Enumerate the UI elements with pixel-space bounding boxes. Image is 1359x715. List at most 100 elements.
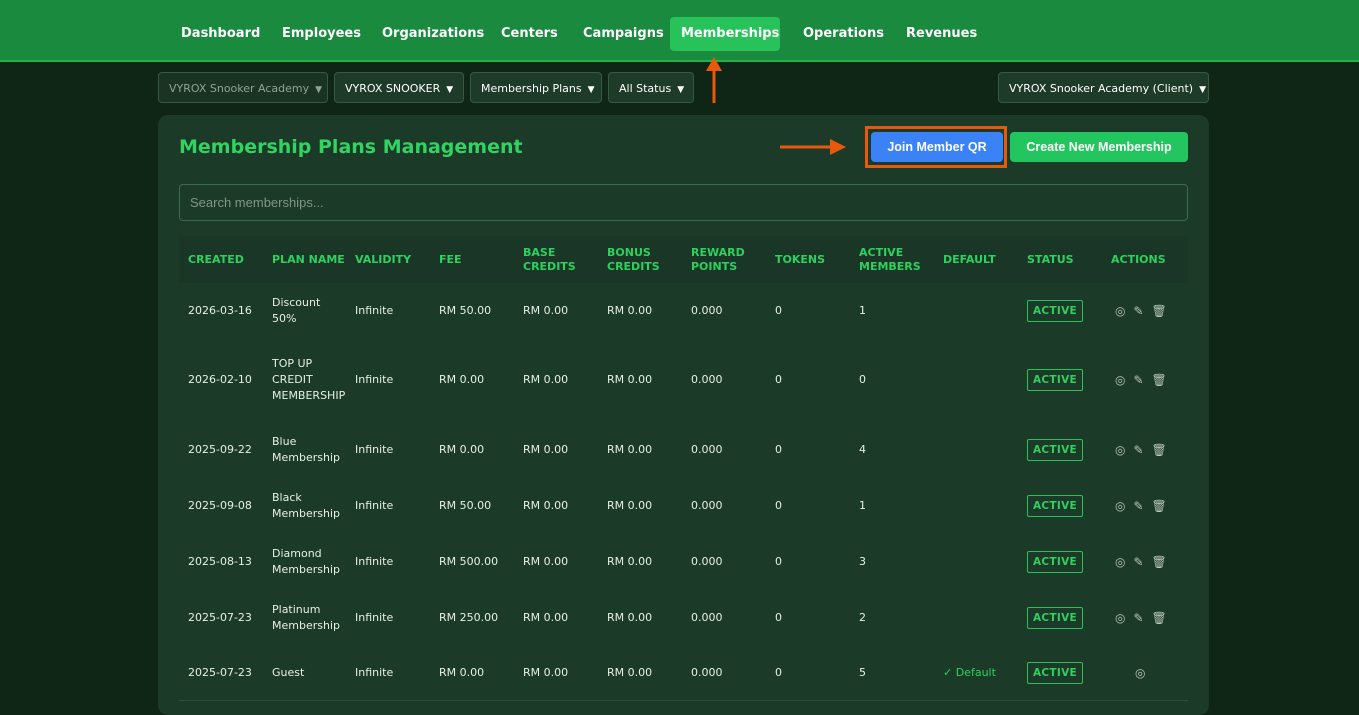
eye-icon[interactable]: ◎ <box>1115 610 1125 626</box>
col-tokens[interactable]: TOKENS <box>775 236 825 283</box>
cell-default <box>943 590 1023 646</box>
cell-reward: 0.000 <box>691 555 723 568</box>
col-default[interactable]: DEFAULT <box>943 236 996 283</box>
client-select-label: VYROX Snooker Academy (Client) <box>1009 82 1194 95</box>
cell-validity: Infinite <box>355 666 394 679</box>
cell-status: ACTIVE <box>1027 283 1083 338</box>
col-plan-name[interactable]: PLAN NAME <box>272 236 345 283</box>
pencil-icon[interactable]: ✎ <box>1133 554 1143 570</box>
cell-default <box>943 478 1023 534</box>
trash-icon[interactable]: 🗑 <box>1152 372 1167 388</box>
center-select-label: VYROX SNOOKER <box>345 82 441 95</box>
cell-actions: ◎ ✎ 🗑 <box>1115 478 1175 534</box>
status-badge: ACTIVE <box>1027 299 1083 322</box>
cell-tokens: 0 <box>775 499 782 512</box>
cell-reward: 0.000 <box>691 303 723 317</box>
cell-default <box>943 338 1023 422</box>
col-base-credits[interactable]: BASE CREDITS <box>523 236 583 283</box>
col-validity[interactable]: VALIDITY <box>355 236 411 283</box>
eye-icon[interactable]: ◎ <box>1135 665 1145 681</box>
col-bonus-credits[interactable]: BONUS CREDITS <box>607 236 667 283</box>
trash-icon[interactable]: 🗑 <box>1152 442 1167 458</box>
academy-select[interactable]: VYROX Snooker Academy ▼ <box>158 72 328 103</box>
nav-campaigns[interactable]: Campaigns <box>572 17 675 51</box>
col-status[interactable]: STATUS <box>1027 236 1074 283</box>
col-active-members[interactable]: ACTIVE MEMBERS <box>859 236 921 283</box>
center-select[interactable]: VYROX SNOOKER ▼ <box>334 72 464 103</box>
eye-icon[interactable]: ◎ <box>1115 303 1125 319</box>
cell-base: RM 0.00 <box>523 666 569 679</box>
nav-employees[interactable]: Employees <box>271 17 372 51</box>
trash-icon[interactable]: 🗑 <box>1152 554 1167 570</box>
caret-down-icon: ▼ <box>315 85 323 95</box>
col-actions: ACTIONS <box>1111 252 1166 266</box>
cell-bonus: RM 0.00 <box>607 373 653 386</box>
create-membership-button[interactable]: Create New Membership <box>1010 132 1188 162</box>
eye-icon[interactable]: ◎ <box>1115 554 1125 570</box>
search-input[interactable] <box>179 184 1188 221</box>
cell-active: 2 <box>859 611 866 624</box>
pencil-icon[interactable]: ✎ <box>1133 442 1143 458</box>
cell-plan: Platinum Membership <box>272 603 340 632</box>
cell-base: RM 0.00 <box>523 611 569 624</box>
trash-icon[interactable]: 🗑 <box>1152 303 1167 319</box>
nav-centers[interactable]: Centers <box>490 17 569 51</box>
eye-icon[interactable]: ◎ <box>1115 442 1125 458</box>
view-select[interactable]: Membership Plans ▼ <box>470 72 602 103</box>
status-badge: ACTIVE <box>1027 495 1083 517</box>
col-created[interactable]: CREATED <box>188 236 244 283</box>
cell-bonus: RM 0.00 <box>607 443 653 456</box>
nav-revenues[interactable]: Revenues <box>895 17 988 51</box>
cell-tokens: 0 <box>775 666 782 679</box>
cell-tokens: 0 <box>775 555 782 568</box>
status-badge: ACTIVE <box>1027 551 1083 573</box>
trash-icon[interactable]: 🗑 <box>1152 610 1167 626</box>
cell-plan: Blue Membership <box>272 435 340 464</box>
cell-plan: TOP UP CREDIT MEMBERSHIP <box>272 357 346 402</box>
nav-operations[interactable]: Operations <box>792 17 895 51</box>
cell-fee: RM 500.00 <box>439 555 499 568</box>
status-select[interactable]: All Status ▼ <box>608 72 694 103</box>
cell-reward: 0.000 <box>691 443 723 456</box>
cell-tokens: 0 <box>775 373 782 386</box>
status-select-label: All Status <box>619 82 672 95</box>
client-select[interactable]: VYROX Snooker Academy (Client) ▼ <box>998 72 1209 103</box>
table-row: 2025-07-23 Platinum Membership Infinite RM … <box>179 590 1188 647</box>
eye-icon[interactable]: ◎ <box>1115 372 1125 388</box>
cell-created: 2025-08-13 <box>188 555 252 568</box>
caret-down-icon: ▼ <box>677 85 685 95</box>
cell-actions: ◎ <box>1135 646 1153 700</box>
cell-status: ACTIVE <box>1027 478 1083 534</box>
cell-active: 1 <box>859 499 866 512</box>
nav-dashboard[interactable]: Dashboard <box>170 17 271 51</box>
cell-status: ACTIVE <box>1027 534 1083 590</box>
cell-active: 4 <box>859 443 866 456</box>
cell-fee: RM 0.00 <box>439 443 485 456</box>
cell-default <box>943 534 1023 590</box>
eye-icon[interactable]: ◎ <box>1115 498 1125 514</box>
cell-default <box>943 422 1023 478</box>
cell-validity: Infinite <box>355 555 394 568</box>
nav-memberships[interactable]: Memberships <box>670 17 780 51</box>
cell-plan: Guest <box>272 666 305 679</box>
cell-validity: Infinite <box>355 443 394 456</box>
col-fee[interactable]: FEE <box>439 236 462 283</box>
col-reward-points[interactable]: REWARD POINTS <box>691 236 751 283</box>
cell-reward: 0.000 <box>691 499 723 512</box>
table-row: 2025-09-08 Black Membership Infinite RM 50.… <box>179 478 1188 535</box>
join-member-qr-button[interactable]: Join Member QR <box>871 132 1003 162</box>
nav-organizations[interactable]: Organizations <box>371 17 495 51</box>
cell-fee: RM 250.00 <box>439 611 499 624</box>
cell-active: 5 <box>859 666 866 679</box>
pencil-icon[interactable]: ✎ <box>1133 498 1143 514</box>
cell-plan: Diamond Membership <box>272 547 340 576</box>
view-select-label: Membership Plans <box>481 82 582 95</box>
trash-icon[interactable]: 🗑 <box>1152 498 1167 514</box>
pencil-icon[interactable]: ✎ <box>1133 303 1143 319</box>
pencil-icon[interactable]: ✎ <box>1133 372 1143 388</box>
cell-created: 2026-03-16 <box>188 303 252 317</box>
cell-fee: RM 0.00 <box>439 373 485 386</box>
pencil-icon[interactable]: ✎ <box>1133 610 1143 626</box>
cell-bonus: RM 0.00 <box>607 303 653 317</box>
cell-actions: ◎ ✎ 🗑 <box>1115 534 1175 590</box>
